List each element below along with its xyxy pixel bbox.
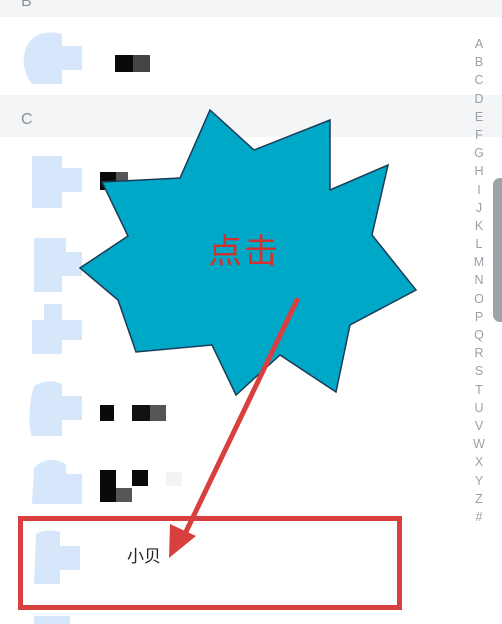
contact-row[interactable] (0, 140, 460, 216)
index-letter[interactable]: B (475, 53, 483, 71)
contact-avatar (22, 454, 84, 512)
index-letter[interactable]: D (474, 90, 483, 108)
contact-avatar (22, 236, 84, 294)
redacted-name (100, 405, 166, 421)
index-letter[interactable]: C (474, 71, 483, 89)
index-letter[interactable]: G (474, 144, 484, 162)
redacted-name (100, 172, 128, 190)
index-letter[interactable]: L (476, 235, 483, 253)
index-letter[interactable]: X (475, 453, 483, 471)
index-letter[interactable]: Y (475, 472, 483, 490)
contact-row[interactable] (0, 22, 460, 94)
index-letter[interactable]: U (474, 399, 483, 417)
redacted-name (115, 55, 150, 72)
contact-avatar (34, 616, 70, 624)
index-letter[interactable]: W (473, 435, 485, 453)
index-letter[interactable]: M (474, 253, 484, 271)
index-letter[interactable]: V (475, 417, 483, 435)
section-letter-b: B (21, 0, 32, 10)
index-letter[interactable]: N (474, 271, 483, 289)
index-letter[interactable]: I (477, 181, 480, 199)
contact-avatar (22, 30, 84, 88)
index-letter[interactable]: P (475, 308, 483, 326)
index-letter[interactable]: K (475, 217, 483, 235)
index-letter[interactable]: F (475, 126, 483, 144)
index-letter[interactable]: H (474, 162, 483, 180)
index-letter[interactable]: R (474, 344, 483, 362)
index-letter[interactable]: S (475, 362, 483, 380)
section-header-c: C (0, 95, 502, 137)
index-letter[interactable]: # (476, 508, 483, 526)
callout-text: 点击 (208, 232, 280, 272)
contact-avatar (22, 300, 84, 358)
section-letter-c: C (21, 111, 33, 128)
highlight-box (18, 516, 402, 610)
redacted-name (100, 470, 186, 504)
contact-row[interactable] (0, 296, 460, 368)
index-letter[interactable]: A (475, 35, 483, 53)
alphabet-index[interactable]: A B C D E F G H I J K L M N O P Q R S T U V W X Y Z # (470, 35, 488, 526)
contact-row[interactable] (0, 452, 460, 516)
contact-avatar (22, 378, 84, 436)
index-letter[interactable]: T (475, 381, 483, 399)
section-header-b: B (0, 0, 502, 17)
index-letter[interactable]: E (475, 108, 483, 126)
index-letter[interactable]: Z (475, 490, 483, 508)
index-letter[interactable]: Q (474, 326, 484, 344)
contact-row[interactable] (0, 372, 460, 448)
scrollbar-thumb[interactable] (493, 178, 502, 322)
contact-avatar (22, 152, 84, 210)
index-letter[interactable]: O (474, 290, 484, 308)
index-letter[interactable]: J (476, 199, 482, 217)
